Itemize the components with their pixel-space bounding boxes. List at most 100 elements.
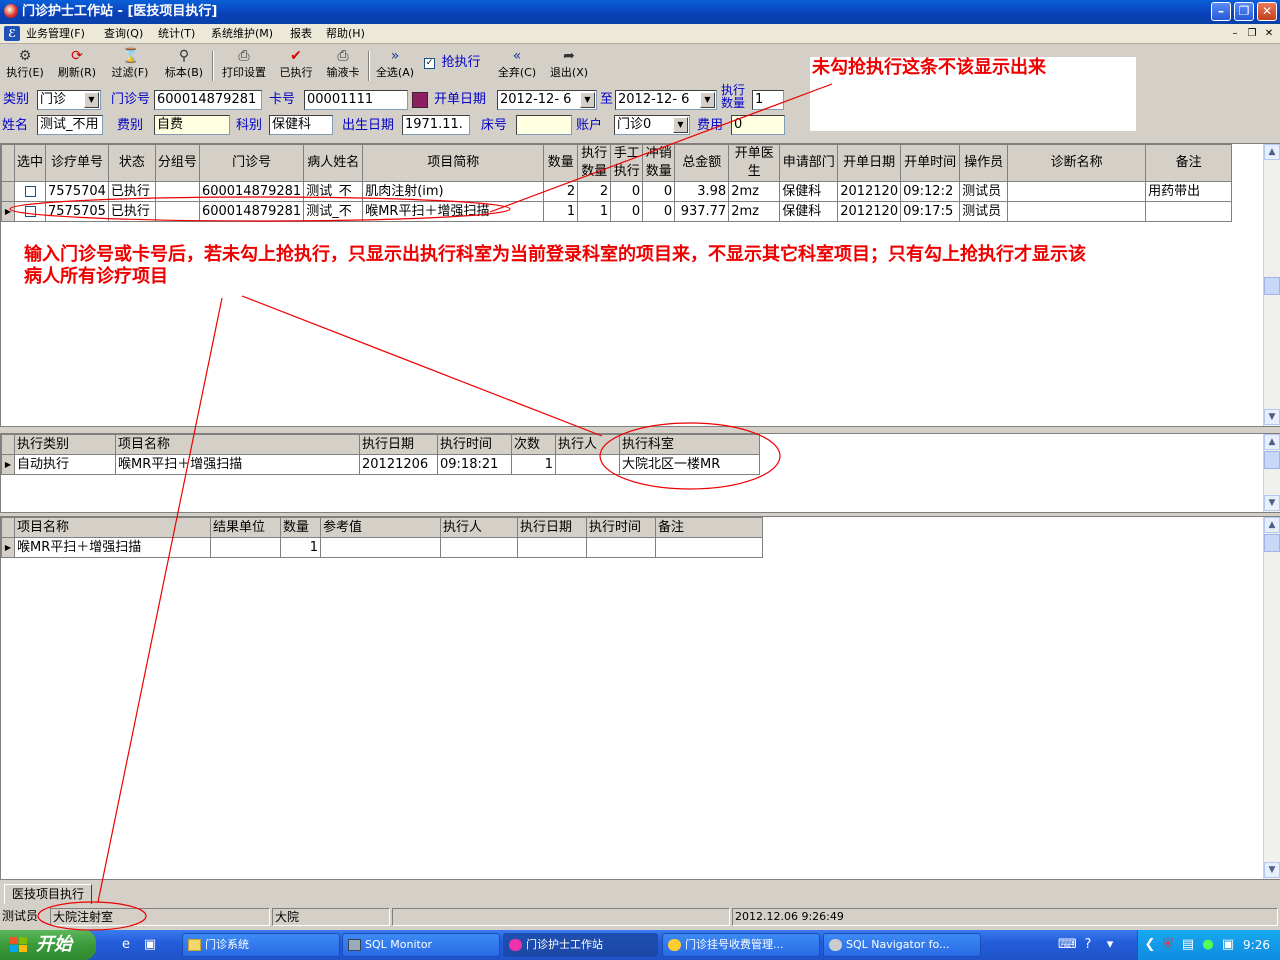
task-sql-monitor[interactable]: SQL Monitor bbox=[342, 933, 500, 957]
start-button[interactable]: 开始 bbox=[0, 930, 96, 960]
col-executor[interactable]: 执行人 bbox=[555, 434, 620, 455]
scroll-up-icon[interactable]: ▲ bbox=[1264, 517, 1280, 533]
dept-input[interactable]: 保健科 bbox=[269, 115, 333, 135]
col-exec-qty[interactable]: 执行数量 bbox=[577, 144, 612, 182]
menu-report[interactable]: 报表 bbox=[290, 26, 312, 42]
status-icon[interactable]: ● bbox=[1200, 937, 1216, 953]
menu-statistics[interactable]: 统计(T) bbox=[158, 26, 195, 42]
infusion-card-button[interactable]: ⎙ 输液卡 bbox=[322, 49, 364, 79]
col-selected[interactable]: 选中 bbox=[13, 144, 47, 182]
col-times[interactable]: 次数 bbox=[511, 434, 556, 455]
col-order-no[interactable]: 诊疗单号 bbox=[45, 144, 109, 182]
mdi-restore-icon[interactable]: ❐ bbox=[1245, 27, 1259, 41]
task-sql-navigator[interactable]: SQL Navigator fo... bbox=[823, 933, 981, 957]
ie-icon[interactable]: e bbox=[118, 937, 134, 953]
col-exec-time[interactable]: 执行时间 bbox=[437, 434, 512, 455]
chevron-down-icon[interactable]: ▼ bbox=[580, 92, 595, 108]
col-order-time[interactable]: 开单时间 bbox=[900, 144, 961, 182]
col-reversal-qty[interactable]: 冲销数量 bbox=[642, 144, 676, 182]
col-remark[interactable]: 备注 bbox=[655, 517, 763, 538]
select-all-button[interactable]: » 全选(A) bbox=[372, 49, 418, 79]
network-icon[interactable]: ▤ bbox=[1180, 937, 1196, 953]
col-remark[interactable]: 备注 bbox=[1145, 144, 1233, 182]
col-patient-name[interactable]: 病人姓名 bbox=[303, 144, 364, 182]
col-group-no[interactable]: 分组号 bbox=[154, 144, 200, 182]
keyboard-icon[interactable]: ⌨ bbox=[1058, 937, 1077, 953]
exec-count-input[interactable]: 1 bbox=[752, 90, 784, 110]
main-grid-scrollbar[interactable]: ▲ ▼ bbox=[1263, 144, 1280, 426]
col-exec-dept[interactable]: 执行科室 bbox=[619, 434, 760, 455]
fee-input[interactable]: 0 bbox=[731, 115, 785, 135]
col-item-name[interactable]: 项目名称 bbox=[115, 434, 360, 455]
col-status[interactable]: 状态 bbox=[107, 144, 156, 182]
maximize-button[interactable]: ❐ bbox=[1234, 2, 1254, 21]
tab-med-tech-exec[interactable]: 医技项目执行 bbox=[4, 884, 92, 904]
show-desktop-icon[interactable]: ▣ bbox=[142, 937, 158, 953]
col-order-date[interactable]: 开单日期 bbox=[837, 144, 902, 182]
rush-execute-check[interactable]: ✓ bbox=[424, 57, 435, 69]
col-total-amount[interactable]: 总金额 bbox=[674, 144, 730, 182]
outpatient-no-input[interactable]: 600014879281 bbox=[154, 90, 262, 110]
scroll-thumb[interactable] bbox=[1264, 451, 1280, 469]
result-grid-scrollbar[interactable]: ▲ ▼ bbox=[1263, 517, 1280, 879]
col-executor[interactable]: 执行人 bbox=[440, 517, 518, 538]
col-quantity[interactable]: 数量 bbox=[280, 517, 321, 538]
menu-help[interactable]: 帮助(H) bbox=[326, 26, 365, 42]
row-select-checkbox[interactable] bbox=[13, 181, 47, 202]
col-apply-dept[interactable]: 申请部门 bbox=[779, 144, 839, 182]
col-result-unit[interactable]: 结果单位 bbox=[210, 517, 281, 538]
tray-expand-icon[interactable]: ❮ bbox=[1142, 937, 1158, 953]
bed-input[interactable] bbox=[516, 115, 572, 135]
card-no-input[interactable]: 00001111 bbox=[304, 90, 408, 110]
category-select[interactable]: 门诊 ▼ bbox=[37, 90, 101, 110]
col-exec-type[interactable]: 执行类别 bbox=[14, 434, 116, 455]
chevron-down-icon[interactable]: ▼ bbox=[84, 92, 99, 108]
minimize-button[interactable]: – bbox=[1211, 2, 1231, 21]
col-exec-date[interactable]: 执行日期 bbox=[517, 517, 587, 538]
card-reader-icon[interactable] bbox=[412, 92, 428, 108]
print-setup-button[interactable]: ⎙ 打印设置 bbox=[218, 49, 270, 79]
executed-button[interactable]: ✔ 已执行 bbox=[276, 49, 316, 79]
scroll-up-icon[interactable]: ▲ bbox=[1264, 434, 1280, 450]
scroll-down-icon[interactable]: ▼ bbox=[1264, 862, 1280, 878]
scroll-down-icon[interactable]: ▼ bbox=[1264, 409, 1280, 425]
table-row[interactable]: 7575704 已执行 600014879281 测试_不 肌肉注射(im) 2… bbox=[1, 181, 1233, 202]
table-row[interactable]: ▶ 喉MR平扫＋增强扫描 1 bbox=[1, 537, 763, 558]
chevron-down-icon[interactable]: ▼ bbox=[700, 92, 715, 108]
specimen-button[interactable]: ⚲ 标本(B) bbox=[162, 49, 206, 79]
scroll-thumb[interactable] bbox=[1264, 534, 1280, 552]
task-registration[interactable]: 门诊挂号收费管理... bbox=[662, 933, 820, 957]
mdi-close-icon[interactable]: ✕ bbox=[1262, 27, 1276, 41]
help-icon[interactable]: ? bbox=[1080, 937, 1096, 953]
row-check[interactable] bbox=[24, 185, 36, 197]
menu-system[interactable]: 系统维护(M) bbox=[211, 26, 273, 42]
row-select-checkbox[interactable] bbox=[13, 201, 47, 222]
chevron-down-icon[interactable]: ▼ bbox=[673, 117, 688, 133]
exec-grid-scrollbar[interactable]: ▲ ▼ bbox=[1263, 434, 1280, 512]
scroll-thumb[interactable] bbox=[1264, 277, 1280, 295]
scroll-down-icon[interactable]: ▼ bbox=[1264, 495, 1280, 511]
close-button[interactable]: ✕ bbox=[1257, 2, 1277, 21]
col-operator[interactable]: 操作员 bbox=[959, 144, 1009, 182]
table-row[interactable]: ▶ 7575705 已执行 600014879281 测试_不 喉MR平扫＋增强… bbox=[1, 201, 1233, 222]
table-row[interactable]: ▶ 自动执行 喉MR平扫＋增强扫描 20121206 09:18:21 1 大院… bbox=[1, 454, 760, 475]
col-exec-time[interactable]: 执行时间 bbox=[586, 517, 656, 538]
col-quantity[interactable]: 数量 bbox=[543, 144, 579, 182]
filter-button[interactable]: ⌛ 过滤(F) bbox=[108, 49, 152, 79]
row-check[interactable] bbox=[24, 205, 36, 217]
col-outpatient-no[interactable]: 门诊号 bbox=[198, 144, 305, 182]
ime-icon[interactable]: ▾ bbox=[1102, 937, 1118, 953]
col-reference[interactable]: 参考值 bbox=[320, 517, 441, 538]
col-item-name[interactable]: 项目名称 bbox=[14, 517, 211, 538]
task-nurse-station[interactable]: 门诊护士工作站 bbox=[503, 933, 658, 957]
task-outpatient-system[interactable]: 门诊系统 bbox=[182, 933, 340, 957]
shield-icon[interactable]: ⛨ bbox=[1160, 937, 1176, 953]
fee-type-input[interactable]: 自费 bbox=[154, 115, 230, 135]
col-manual-exec[interactable]: 手工执行 bbox=[610, 144, 644, 182]
menu-app-icon[interactable]: ℰ bbox=[4, 26, 20, 41]
monitor-icon[interactable]: ▣ bbox=[1220, 937, 1236, 953]
birth-input[interactable]: 1971.11. bbox=[402, 115, 470, 135]
menu-business[interactable]: 业务管理(F) bbox=[26, 26, 85, 42]
scroll-up-icon[interactable]: ▲ bbox=[1264, 144, 1280, 160]
rush-execute-checkbox[interactable]: ✓ 抢执行 bbox=[424, 56, 490, 69]
